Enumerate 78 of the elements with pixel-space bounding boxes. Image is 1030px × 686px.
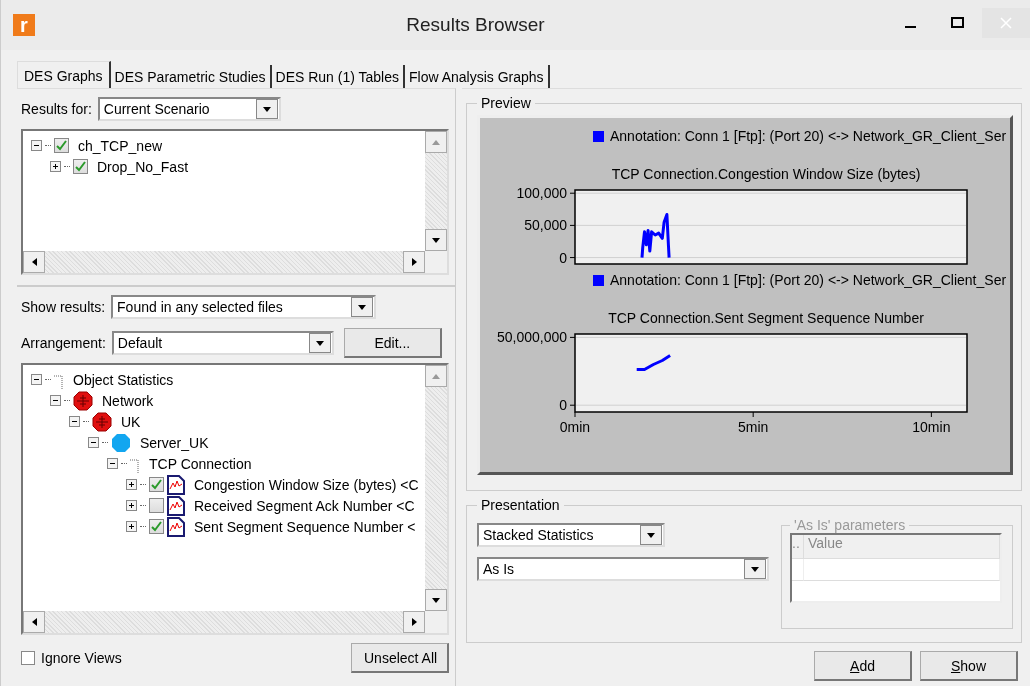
filter-dropdown[interactable]: As Is	[477, 557, 769, 581]
collapse-icon[interactable]	[31, 374, 42, 385]
group-title: Presentation	[480, 497, 561, 513]
chart-title: TCP Connection.Congestion Window Size (bytes)	[610, 166, 922, 182]
network-icon	[92, 411, 112, 432]
checkbox[interactable]	[73, 159, 88, 174]
expand-icon[interactable]	[126, 500, 137, 511]
add-button[interactable]: Add	[814, 651, 912, 681]
group-title: 'As Is' parameters	[793, 517, 907, 533]
horizontal-scrollbar[interactable]	[23, 611, 425, 633]
table-cell	[792, 559, 804, 581]
tree-item[interactable]: ch_TCP_new	[78, 137, 163, 154]
collapse-icon[interactable]	[69, 416, 80, 427]
collapse-icon[interactable]	[31, 140, 42, 151]
scrollbar-corner	[425, 251, 447, 273]
tree-item[interactable]: Received Segment Ack Number <C	[194, 497, 415, 514]
node-icon	[111, 432, 131, 453]
presentation-dropdown[interactable]: Stacked Statistics	[477, 523, 665, 547]
axis-label: 0min	[559, 419, 591, 435]
group-title: Preview	[480, 95, 532, 111]
field-label: Show results:	[21, 299, 106, 315]
horizontal-scrollbar[interactable]	[23, 251, 425, 273]
collapse-icon[interactable]	[50, 395, 61, 406]
tree-item[interactable]: UK	[121, 413, 141, 430]
network-icon	[73, 390, 93, 411]
axis-label: 0	[559, 249, 567, 266]
tree-item[interactable]: Network	[102, 392, 154, 409]
checkbox-label: Ignore Views	[41, 650, 122, 666]
vertical-scrollbar[interactable]	[425, 365, 447, 611]
axis-label: 10min	[912, 419, 951, 435]
tab[interactable]: DES Run (1) Tables	[271, 65, 405, 88]
show-results-dropdown[interactable]: Found in any selected files	[111, 295, 377, 319]
maximize-icon	[951, 17, 965, 29]
arrangement-dropdown[interactable]: Default	[111, 331, 334, 355]
column-header: Value	[804, 535, 1000, 559]
expand-icon[interactable]	[126, 521, 137, 532]
show-button[interactable]: Show	[920, 651, 1018, 681]
unselect-all-button[interactable]: Unselect All	[351, 643, 449, 673]
axis-label: 5min	[738, 419, 769, 435]
axis-label: 0	[559, 397, 567, 414]
collapse-icon[interactable]	[88, 437, 99, 448]
tree-item[interactable]: Sent Segment Sequence Number <	[194, 518, 416, 535]
graph-document-icon	[167, 474, 185, 495]
checkbox[interactable]	[149, 519, 164, 534]
window-title: Results Browser	[405, 14, 546, 36]
graph-document-icon	[167, 516, 185, 537]
minimize-icon	[904, 26, 916, 28]
checkbox[interactable]	[149, 477, 164, 492]
tab[interactable]: DES Graphs	[17, 61, 111, 88]
vertical-scrollbar[interactable]	[425, 131, 447, 251]
tree-item[interactable]: Congestion Window Size (bytes) <C	[194, 476, 419, 493]
tree-item[interactable]: TCP Connection	[149, 455, 252, 472]
tree-item[interactable]: Object Statistics	[73, 371, 174, 388]
expand-icon[interactable]	[126, 479, 137, 490]
collapse-icon[interactable]	[107, 458, 118, 469]
graph-document-icon	[167, 495, 185, 516]
app-icon: r	[13, 14, 35, 36]
checkbox[interactable]	[54, 138, 69, 153]
tab[interactable]: DES Parametric Studies	[110, 65, 272, 88]
checkbox[interactable]	[21, 651, 35, 665]
axis-label: 50,000	[524, 217, 567, 234]
edit-button[interactable]: Edit...	[343, 328, 442, 358]
checkbox[interactable]	[149, 498, 164, 513]
axis-label: 100,000	[516, 185, 567, 202]
legend-text: Annotation: Conn 1 [Ftp]: (Port 20) <-> Network_GR_Client_Ser	[610, 128, 1007, 144]
expand-icon[interactable]	[50, 161, 61, 172]
field-label: Arrangement:	[21, 335, 106, 351]
legend-text: Annotation: Conn 1 [Ftp]: (Port 20) <-> Network_GR_Client_Ser	[610, 272, 1007, 288]
scrollbar-corner	[425, 611, 447, 633]
tab[interactable]: Flow Analysis Graphs	[405, 65, 550, 88]
chart-title: TCP Connection.Sent Segment Sequence Number	[607, 310, 925, 326]
axis-label: 50,000,000	[496, 329, 567, 346]
field-label: Results for:	[21, 101, 92, 117]
tree-item[interactable]: Drop_No_Fast	[97, 158, 189, 175]
column-header: ..	[792, 535, 804, 559]
scenario-dropdown[interactable]: Current Scenario	[97, 97, 281, 121]
tree-item[interactable]: Server_UK	[140, 434, 209, 451]
close-icon	[1000, 17, 1012, 29]
